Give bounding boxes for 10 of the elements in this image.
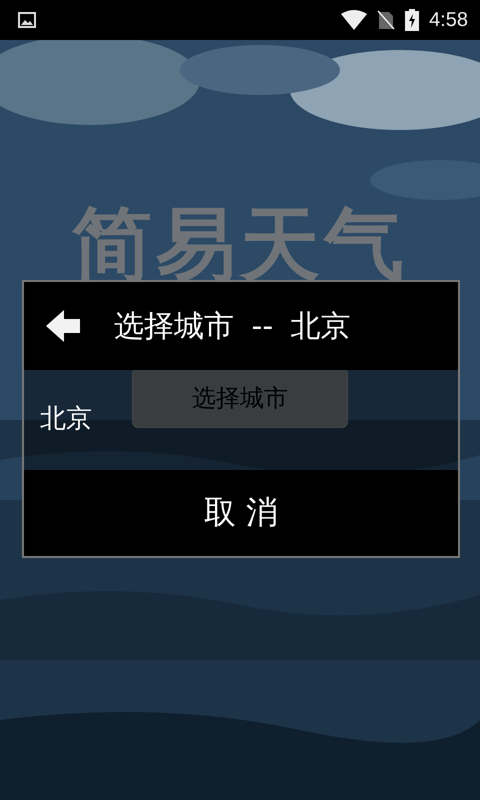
image-notification-icon (18, 12, 36, 28)
wifi-icon (341, 10, 368, 30)
dialog-title: 选择城市 -- 北京 (114, 308, 351, 346)
no-sim-icon (377, 10, 396, 30)
cancel-button[interactable]: 取 消 (24, 470, 458, 556)
city-list-item[interactable]: 北京 (40, 400, 92, 436)
clock: 4:58 (429, 8, 468, 32)
back-arrow-icon[interactable] (44, 307, 82, 345)
app-title: 简易天气 (72, 200, 408, 290)
battery-charging-icon (405, 9, 420, 31)
